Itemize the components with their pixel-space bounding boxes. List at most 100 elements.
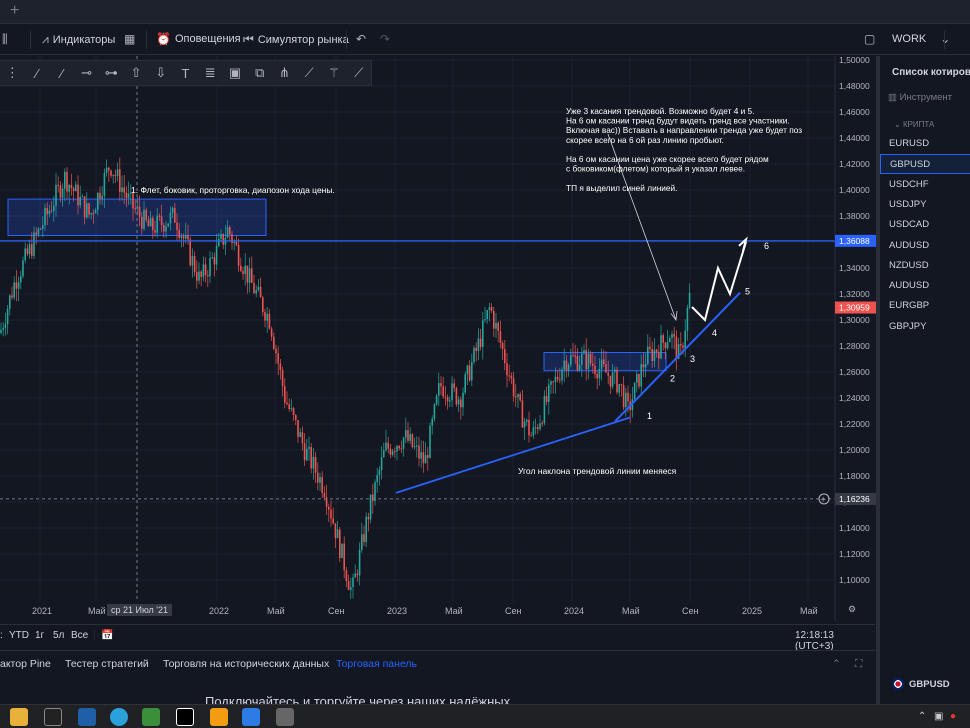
candle-body	[138, 206, 141, 217]
candle-body	[501, 342, 504, 350]
watchlist-row-eurusd[interactable]: EURUSD	[880, 134, 970, 154]
drag-handle-icon[interactable]: ⋮	[0, 61, 25, 85]
watchlist-row-audusd[interactable]: AUDUSD	[880, 236, 970, 256]
candle-body	[405, 430, 407, 438]
fib-icon[interactable]: ≣	[198, 61, 223, 85]
pitchfork-icon[interactable]: ⋔	[272, 61, 297, 85]
touch-number-3: 3	[690, 354, 695, 364]
collapse-icon[interactable]: ⌃	[832, 658, 841, 670]
watchlist-row-eurgbp[interactable]: EURGBP	[880, 296, 970, 316]
watchlist-row-gbpusd[interactable]: GBPUSD	[880, 154, 970, 175]
candle-body	[567, 364, 570, 371]
rectangle-icon[interactable]: ▣	[223, 61, 248, 85]
tray-app-icon[interactable]: ▣	[934, 711, 943, 722]
candle-body	[350, 587, 352, 590]
calendar-icon[interactable]: 📅	[101, 630, 113, 641]
watchlist-row-usdjpy[interactable]: USDJPY	[880, 195, 970, 215]
file-explorer-icon[interactable]	[10, 708, 28, 726]
symbol-details-footer[interactable]: GBPUSD	[892, 678, 950, 690]
candle-body	[345, 570, 348, 582]
tab-trading-panel[interactable]: Торговая панель	[336, 658, 417, 670]
layout-button[interactable]: WORK ⌄	[892, 32, 950, 46]
candle-body	[6, 308, 9, 325]
range-1y[interactable]: 1г	[35, 630, 44, 641]
brush-icon[interactable]: ⟋	[297, 61, 322, 85]
maximize-icon[interactable]: ⛶	[855, 658, 862, 671]
candle-body	[627, 392, 629, 402]
range-all[interactable]: Все	[71, 630, 88, 641]
touch-number-2: 2	[670, 374, 675, 384]
alerts-button[interactable]: ⏰ Оповещения	[156, 32, 241, 46]
new-tab-plus-icon[interactable]: +	[10, 2, 19, 20]
tab-pine-editor[interactable]: актор Pine	[0, 658, 51, 670]
watchlist-row-gbpjpy[interactable]: GBPJPY	[880, 317, 970, 337]
arrow-down-icon[interactable]: ⇩	[148, 61, 173, 85]
price-chart[interactable]: 1,50000 1,48000 1,46000 1,44000 1,42000 1,400…	[0, 56, 970, 622]
tray-badge-icon[interactable]: ●	[950, 711, 956, 722]
candle-body	[253, 282, 255, 294]
browser-tab-bar: +	[0, 0, 970, 24]
replay-button[interactable]: ⏮ Симулятор рынка	[243, 32, 349, 47]
candle-body	[378, 469, 381, 476]
horizontal-ray-icon[interactable]: ⊸	[74, 61, 99, 85]
app-orange-icon[interactable]	[210, 708, 228, 726]
chart-type-icon[interactable]: ⫼	[2, 32, 8, 47]
watchlist-row-nzdusd[interactable]: NZDUSD	[880, 256, 970, 276]
app-r-icon[interactable]	[78, 708, 96, 726]
horizontal-line-icon[interactable]: ⊶	[99, 61, 124, 85]
candle-body	[319, 477, 321, 483]
touch-number-6: 6	[764, 241, 769, 251]
tab-replay-trading[interactable]: Торговля на исторических данных	[163, 658, 329, 670]
fullscreen-icon[interactable]: ▢	[864, 32, 875, 46]
candle-body	[462, 392, 464, 408]
undo-icon[interactable]: ↶	[356, 32, 366, 46]
app-blue-icon[interactable]	[242, 708, 260, 726]
os-taskbar: ⌃ ▣ ●	[0, 704, 970, 728]
time-tick-label: Май	[800, 606, 818, 616]
time-tick-label: Май	[445, 606, 463, 616]
arrow-up-icon[interactable]: ⇧	[124, 61, 149, 85]
redo-icon[interactable]: ↷	[380, 32, 390, 46]
watchlist-row-usdcad[interactable]: USDCAD	[880, 215, 970, 235]
candle-body	[246, 265, 249, 283]
candle-body	[669, 338, 671, 343]
magic-wand-icon[interactable]: ⚚	[322, 61, 347, 85]
text-icon[interactable]: T	[173, 61, 198, 85]
chart-settings-icon[interactable]: ⚙	[848, 604, 856, 615]
range-ytd[interactable]: YTD	[9, 630, 29, 641]
trend-line-icon[interactable]: ⁄	[25, 61, 50, 85]
range-5y[interactable]: 5л	[53, 630, 64, 641]
parallel-channel-icon[interactable]: ⧉	[247, 61, 272, 85]
candle-body	[655, 349, 658, 353]
watchlist-row-usdchf[interactable]: USDCHF	[880, 175, 970, 195]
path-icon[interactable]: ⟋	[346, 61, 371, 85]
candle-body	[537, 427, 539, 430]
watchlist-title[interactable]: Список котировок	[892, 67, 970, 78]
app-green-icon[interactable]	[142, 708, 160, 726]
candle-body	[543, 395, 546, 424]
ray-icon[interactable]: ⁄	[49, 61, 74, 85]
section-header[interactable]: ⌄ КРИПТА	[894, 120, 934, 129]
terminal-icon[interactable]	[44, 708, 62, 726]
tab-strategy-tester[interactable]: Тестер стратегий	[65, 658, 149, 670]
settings-gear-icon[interactable]	[276, 708, 294, 726]
replay-label: Симулятор рынка	[257, 33, 349, 46]
instrument-column-header[interactable]: ▥ Инструмент	[888, 92, 952, 103]
candle-body	[59, 185, 62, 198]
tradingview-icon[interactable]	[176, 708, 194, 726]
candle-body	[86, 203, 88, 218]
candle-body	[506, 363, 508, 376]
watchlist-row-audusd[interactable]: AUDUSD	[880, 276, 970, 296]
tray-chevron-icon[interactable]: ⌃	[918, 711, 926, 722]
candle-body	[644, 364, 647, 368]
candle-body	[649, 346, 651, 349]
candle-body	[314, 456, 317, 473]
candle-body	[101, 195, 103, 200]
telegram-icon[interactable]	[110, 708, 128, 726]
indicators-button[interactable]: ⩘ Индикаторы	[42, 32, 115, 47]
candle-body	[411, 434, 414, 448]
clock[interactable]: 12:18:13 (UTC+3)	[795, 630, 875, 652]
templates-icon[interactable]: ▦	[124, 32, 135, 46]
candle-body	[229, 227, 231, 235]
candle-body	[636, 373, 638, 383]
